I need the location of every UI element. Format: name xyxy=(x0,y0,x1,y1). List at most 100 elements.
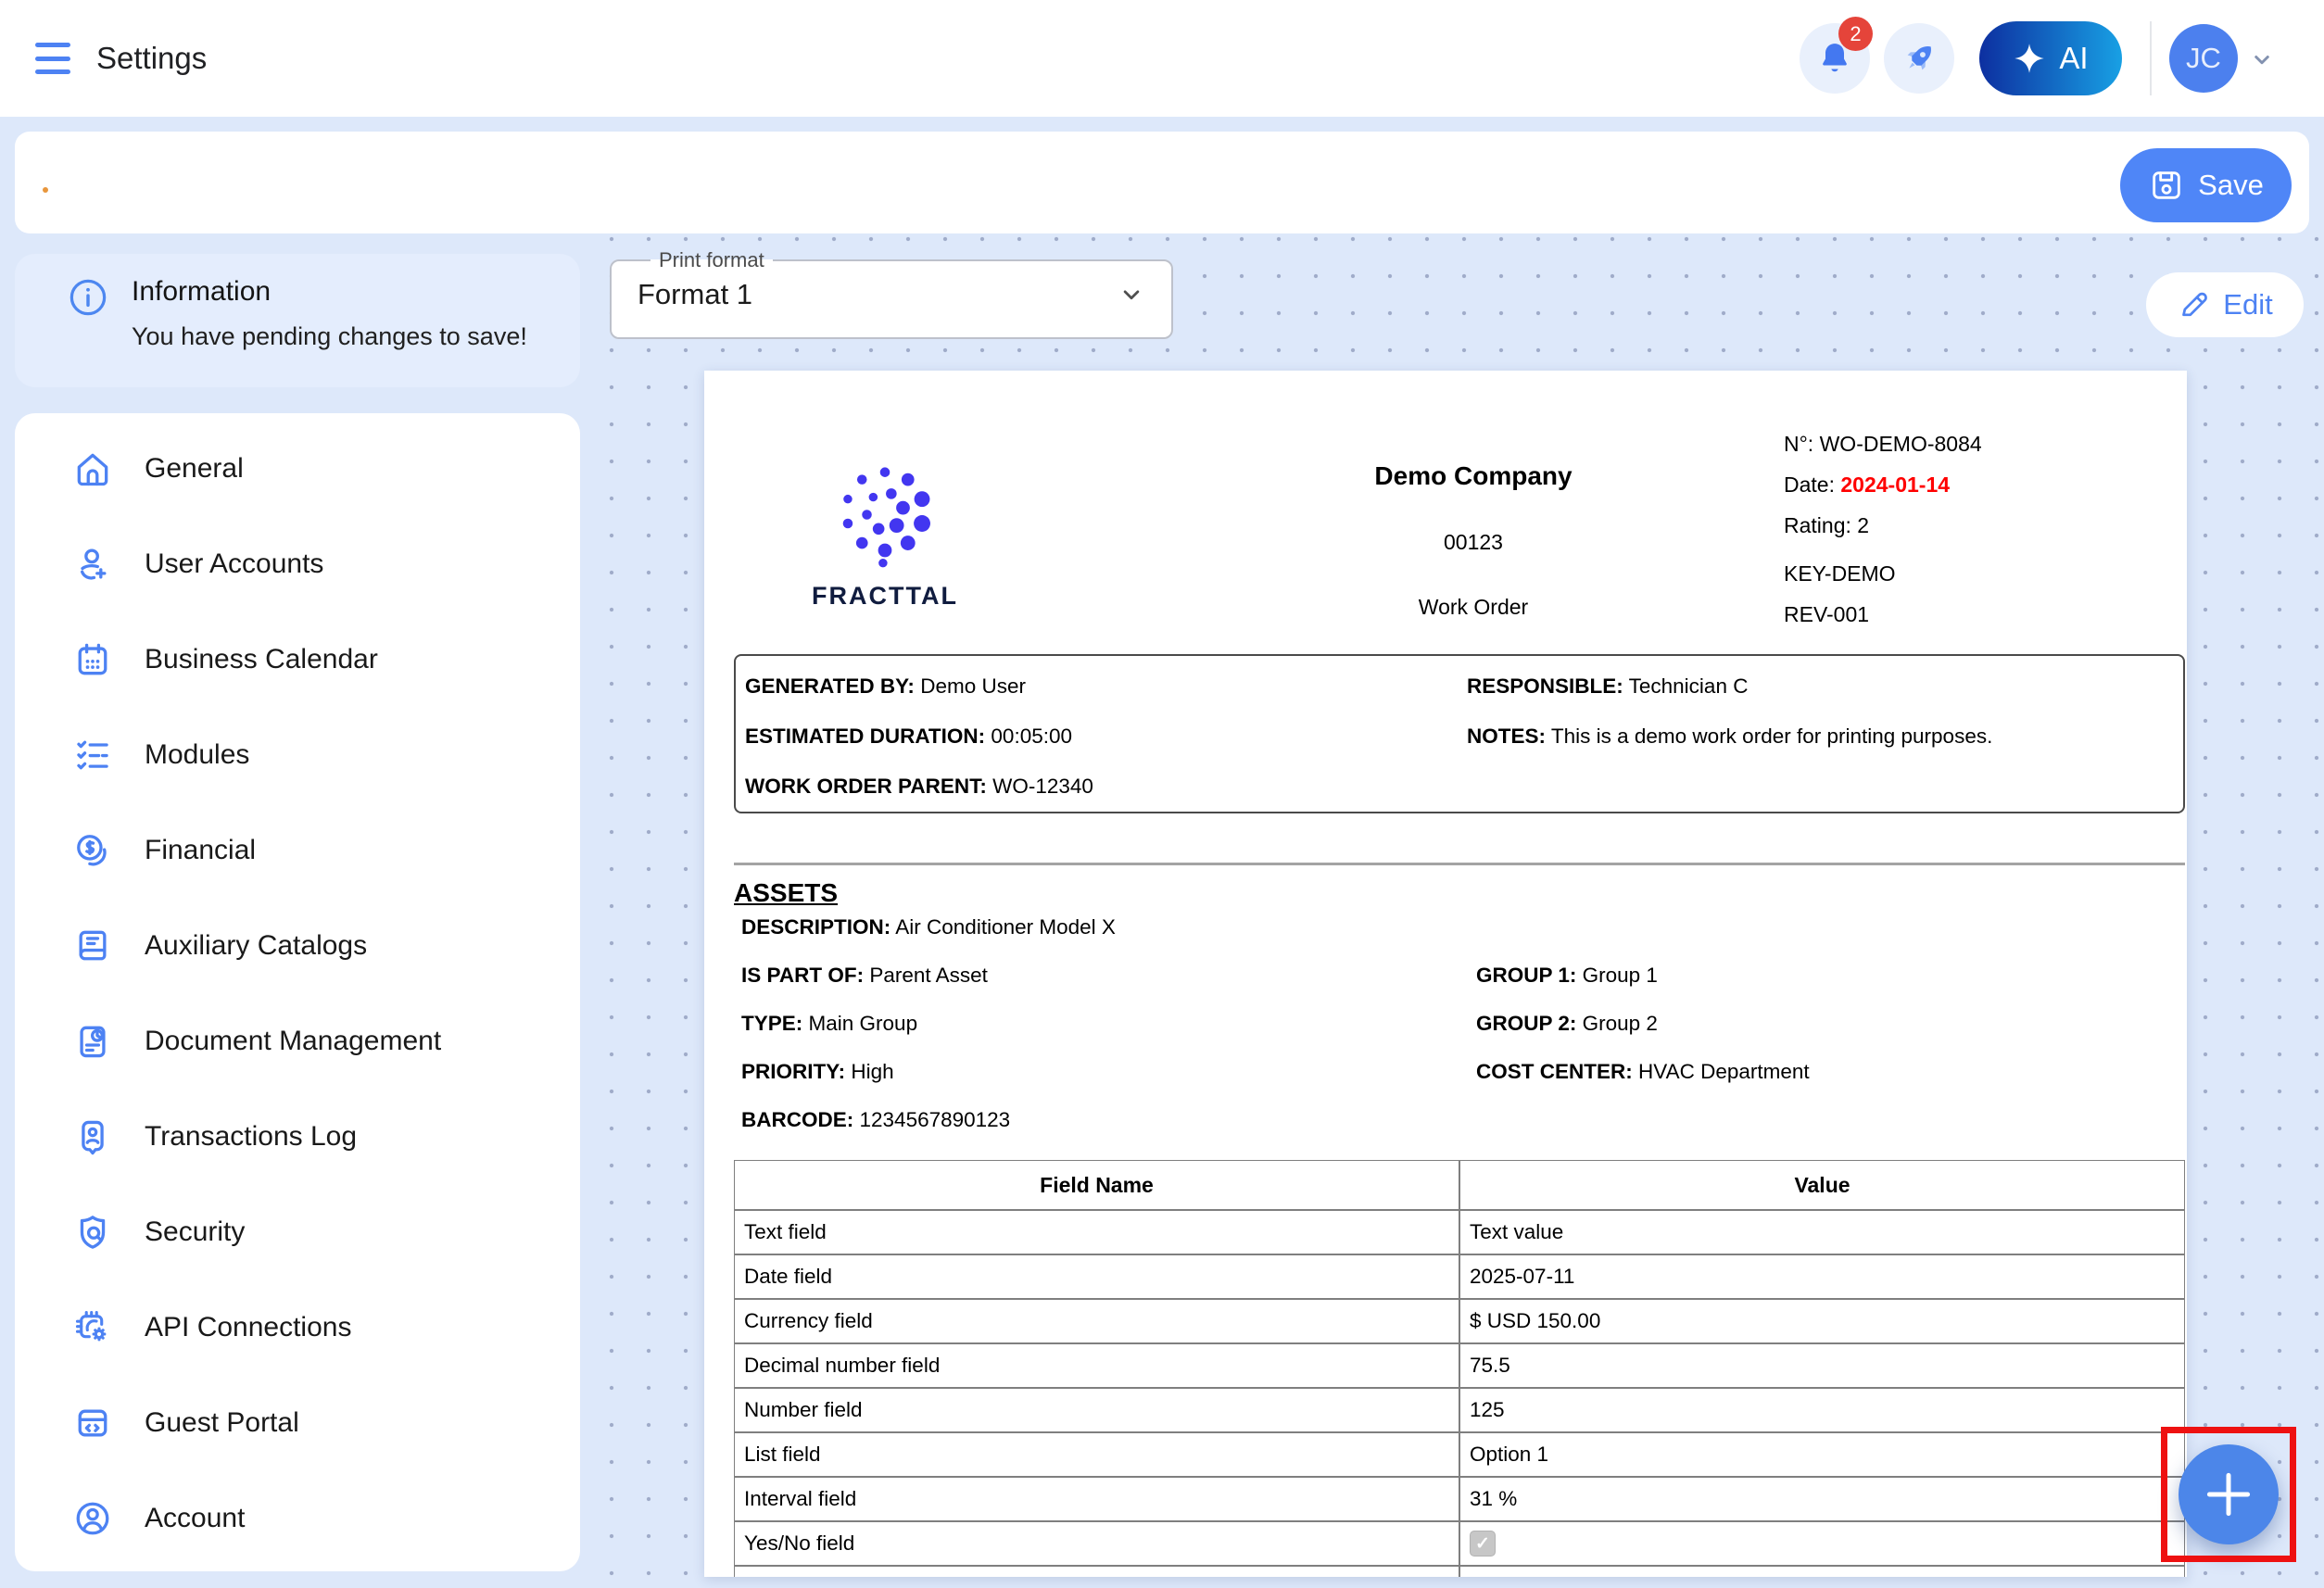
sidebar-item-label: Guest Portal xyxy=(145,1407,299,1439)
asset-is-part-of-field: IS PART OF: Parent Asset xyxy=(741,964,988,988)
assets-section-title: ASSETS xyxy=(734,878,838,908)
summary-box: GENERATED BY: Demo User ESTIMATED DURATI… xyxy=(734,654,2185,813)
table-row: Text fieldText value xyxy=(734,1210,2185,1254)
custom-fields-table: Field Name Value Text fieldText value Da… xyxy=(734,1160,2185,1577)
sidebar-item-financial[interactable]: Financial xyxy=(15,802,580,898)
sidebar-item-label: Security xyxy=(145,1216,245,1248)
sidebar-item-transactions-log[interactable]: Transactions Log xyxy=(15,1089,580,1184)
table-row: Number field125 xyxy=(734,1388,2185,1432)
sidebar-item-label: Auxiliary Catalogs xyxy=(145,930,367,962)
user-plus-icon xyxy=(72,544,113,585)
chip-gear-icon xyxy=(72,1307,113,1348)
badge-user-icon xyxy=(72,1116,113,1157)
print-format-value: Format 1 xyxy=(638,278,752,311)
order-number: N°: WO-DEMO-8084 xyxy=(1784,432,1982,457)
home-icon xyxy=(72,448,113,489)
notes-field: NOTES: This is a demo work order for pri… xyxy=(1467,725,1992,749)
table-row: Currency field$ USD 150.00 xyxy=(734,1299,2185,1343)
page-title: Settings xyxy=(96,0,207,117)
asset-group2-field: GROUP 2: Group 2 xyxy=(1476,1012,1658,1036)
settings-screen: Settings 2 AI JC Save xyxy=(0,0,2324,1588)
responsible-field: RESPONSIBLE: Technician C xyxy=(1467,674,1748,699)
sidebar-item-modules[interactable]: Modules xyxy=(15,707,580,802)
whats-new-button[interactable] xyxy=(1884,23,1954,94)
order-rating: Rating: 2 xyxy=(1784,513,1869,538)
sidebar-item-security[interactable]: Security xyxy=(15,1184,580,1279)
sidebar-item-account[interactable]: Account xyxy=(15,1470,580,1566)
sidebar-item-label: Financial xyxy=(145,835,256,866)
asset-description-field: DESCRIPTION: Air Conditioner Model X xyxy=(741,915,1116,939)
coin-dollar-icon xyxy=(72,830,113,871)
sidebar-item-label: Document Management xyxy=(145,1026,441,1057)
table-row: Decimal number field75.5 xyxy=(734,1343,2185,1388)
sidebar-item-label: Modules xyxy=(145,739,249,771)
book-icon xyxy=(72,926,113,966)
estimated-duration-field: ESTIMATED DURATION: 00:05:00 xyxy=(745,725,1072,749)
sidebar-item-label: Business Calendar xyxy=(145,644,378,675)
user-menu-chevron-icon[interactable] xyxy=(2246,45,2278,73)
toolbar-stray-dot xyxy=(43,187,48,193)
sidebar-item-user-accounts[interactable]: User Accounts xyxy=(15,516,580,611)
menu-hamburger-icon[interactable] xyxy=(35,43,70,74)
calendar-icon xyxy=(72,639,113,680)
asset-group1-field: GROUP 1: Group 1 xyxy=(1476,964,1658,988)
column-header: Value xyxy=(1459,1160,2185,1210)
table-row: Date field2025-07-11 xyxy=(734,1254,2185,1299)
sidebar-item-label: API Connections xyxy=(145,1312,351,1343)
document-logo: FRACTTAL xyxy=(802,460,968,611)
chevron-down-icon xyxy=(1118,281,1145,309)
section-divider xyxy=(734,863,2185,865)
edit-button[interactable]: Edit xyxy=(2146,272,2304,337)
rocket-icon xyxy=(1900,39,1939,78)
header-divider xyxy=(2150,21,2152,95)
sidebar-item-label: Transactions Log xyxy=(145,1121,357,1153)
user-avatar[interactable]: JC xyxy=(2169,24,2238,93)
save-toolbar xyxy=(15,132,2309,233)
shield-icon xyxy=(72,1212,113,1253)
print-format-select[interactable]: Print format Format 1 xyxy=(610,248,1173,339)
sidebar-item-business-calendar[interactable]: Business Calendar xyxy=(15,611,580,707)
asset-priority-field: PRIORITY: High xyxy=(741,1060,894,1084)
sidebar-item-general[interactable]: General xyxy=(15,421,580,516)
sparkle-icon xyxy=(2013,42,2046,75)
pencil-icon xyxy=(2177,288,2210,321)
document-type: Work Order xyxy=(1103,595,1844,620)
save-button-label: Save xyxy=(2198,169,2264,202)
document-clock-icon xyxy=(72,1021,113,1062)
table-row: Yes/No field ✓ xyxy=(734,1521,2185,1566)
edit-button-label: Edit xyxy=(2223,288,2272,321)
work-order-parent-field: WORK ORDER PARENT: WO-12340 xyxy=(745,775,1093,799)
sidebar-item-document-management[interactable]: Document Management xyxy=(15,993,580,1089)
asset-cost-center-field: COST CENTER: HVAC Department xyxy=(1476,1060,1810,1084)
generated-by-field: GENERATED BY: Demo User xyxy=(745,674,1026,699)
brand-wordmark: FRACTTAL xyxy=(802,582,968,611)
checklist-icon xyxy=(72,735,113,775)
save-button[interactable]: Save xyxy=(2120,148,2292,222)
floppy-save-icon xyxy=(2148,167,2185,204)
asset-barcode-field: BARCODE: 1234567890123 xyxy=(741,1108,1010,1132)
ai-button-label: AI xyxy=(2059,41,2088,76)
order-date: Date: 2024-01-14 xyxy=(1784,473,1950,498)
annotation-highlight-rectangle xyxy=(2161,1427,2296,1562)
print-format-label: Print format xyxy=(650,248,773,272)
table-row: List fieldOption 1 xyxy=(734,1432,2185,1477)
sidebar-item-auxiliary-catalogs[interactable]: Auxiliary Catalogs xyxy=(15,898,580,993)
person-circle-icon xyxy=(72,1498,113,1539)
work-order-preview-page: FRACTTAL Demo Company 00123 Work Order N… xyxy=(704,371,2187,1577)
browser-code-icon xyxy=(72,1403,113,1443)
info-card-message: You have pending changes to save! xyxy=(132,322,527,351)
sidebar-item-label: Account xyxy=(145,1503,245,1534)
sidebar-item-label: User Accounts xyxy=(145,548,323,580)
company-name: Demo Company xyxy=(1103,461,1844,491)
sidebar-item-guest-portal[interactable]: Guest Portal xyxy=(15,1375,580,1470)
checkbox-checked-icon: ✓ xyxy=(1470,1531,1496,1556)
asset-type-field: TYPE: Main Group xyxy=(741,1012,917,1036)
notification-count-badge: 2 xyxy=(1838,17,1873,51)
info-card-title: Information xyxy=(132,276,527,308)
ai-assistant-button[interactable]: AI xyxy=(1979,21,2122,95)
order-revision: REV-001 xyxy=(1784,602,1869,627)
fracttal-dots-logo-icon xyxy=(833,460,937,569)
table-row: Multiline xyxy=(734,1566,2185,1577)
table-row: Interval field31 % xyxy=(734,1477,2185,1521)
sidebar-item-api-connections[interactable]: API Connections xyxy=(15,1279,580,1375)
